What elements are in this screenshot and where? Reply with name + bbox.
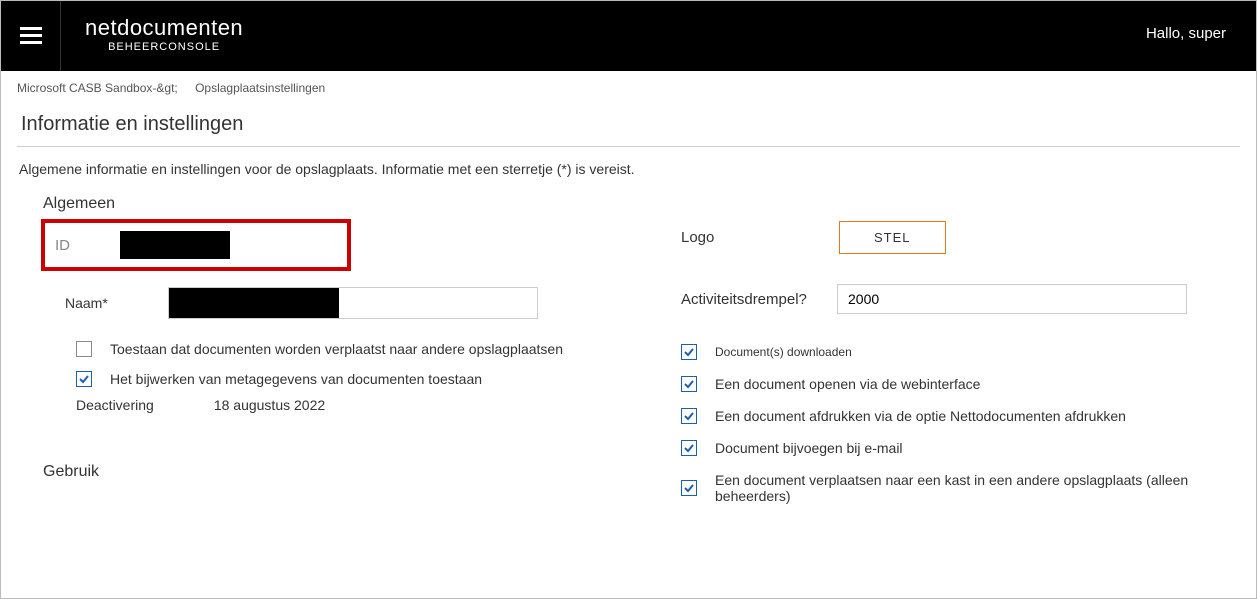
hamburger-icon [20, 27, 42, 45]
print-checkbox[interactable] [681, 408, 697, 424]
name-label: Naam* [65, 295, 108, 311]
allow-move-row: Toestaan dat documenten worden verplaats… [76, 341, 661, 357]
breadcrumb: Microsoft CASB Sandbox-&gt; Opslagplaats… [1, 71, 1256, 105]
brand-block: netdocumenten BEHEERCONSOLE [61, 1, 267, 71]
id-label: ID [55, 237, 70, 254]
name-input[interactable] [168, 287, 538, 319]
threshold-row: Activiteitsdrempel? [681, 284, 1236, 314]
print-label: Een document afdrukken via de optie Nett… [715, 408, 1126, 424]
threshold-input[interactable] [837, 284, 1187, 314]
id-row-highlighted: ID [41, 219, 351, 271]
allow-meta-label: Het bijwerken van metagegevens van docum… [110, 371, 482, 387]
deactivation-date: 18 augustus 2022 [214, 397, 325, 413]
brand-subtitle: BEHEERCONSOLE [85, 41, 243, 53]
logo-label: Logo [681, 229, 831, 246]
logo-row: Logo STEL [681, 221, 1236, 254]
allow-meta-checkbox[interactable] [76, 371, 92, 387]
menu-hamburger-button[interactable] [1, 1, 61, 71]
left-column: Algemeen ID Naam* Toestaan dat documente… [21, 195, 661, 520]
allow-move-label: Toestaan dat documenten worden verplaats… [110, 341, 563, 357]
name-row: Naam* [65, 287, 661, 319]
deactivation-label: Deactivering [76, 397, 154, 413]
move-cabinet-checkbox[interactable] [681, 480, 697, 496]
download-checkbox[interactable] [681, 344, 697, 360]
logo-set-button[interactable]: STEL [839, 221, 946, 254]
breadcrumb-item-sandbox[interactable]: Microsoft CASB Sandbox-&gt; [17, 81, 178, 95]
open-web-label: Een document openen via de webinterface [715, 376, 980, 392]
activity-checks: Document(s) downloaden Een document open… [681, 344, 1236, 504]
brand-title: netdocumenten [85, 15, 243, 41]
email-label: Document bijvoegen bij e-mail [715, 440, 903, 456]
print-row: Een document afdrukken via de optie Nett… [681, 408, 1236, 424]
allow-move-checkbox[interactable] [76, 341, 92, 357]
open-web-checkbox[interactable] [681, 376, 697, 392]
move-cabinet-row: Een document verplaatsen naar een kast i… [681, 472, 1236, 504]
user-greeting: Hallo, super [1146, 1, 1256, 71]
download-label: Document(s) downloaden [715, 345, 852, 359]
open-web-row: Een document openen via de webinterface [681, 376, 1236, 392]
section-heading-usage: Gebruik [21, 413, 661, 481]
threshold-label: Activiteitsdrempel? [681, 291, 831, 308]
breadcrumb-item-settings[interactable]: Opslagplaatsinstellingen [195, 81, 325, 95]
id-value-redacted [120, 231, 230, 259]
section-heading-general: Algemeen [21, 195, 661, 219]
page-description: Algemene informatie en instellingen voor… [1, 157, 1256, 195]
email-row: Document bijvoegen bij e-mail [681, 440, 1236, 456]
name-value-redacted [169, 288, 339, 318]
page-title: Informatie en instellingen [1, 105, 1256, 146]
move-cabinet-label: Een document verplaatsen naar een kast i… [715, 472, 1236, 504]
title-divider [17, 146, 1240, 147]
app-header: netdocumenten BEHEERCONSOLE Hallo, super [1, 1, 1256, 71]
download-row: Document(s) downloaden [681, 344, 1236, 360]
deactivation-row: Deactivering 18 augustus 2022 [76, 397, 661, 413]
allow-meta-row: Het bijwerken van metagegevens van docum… [76, 371, 661, 387]
email-checkbox[interactable] [681, 440, 697, 456]
right-column: Logo STEL Activiteitsdrempel? Document(s… [661, 195, 1236, 520]
